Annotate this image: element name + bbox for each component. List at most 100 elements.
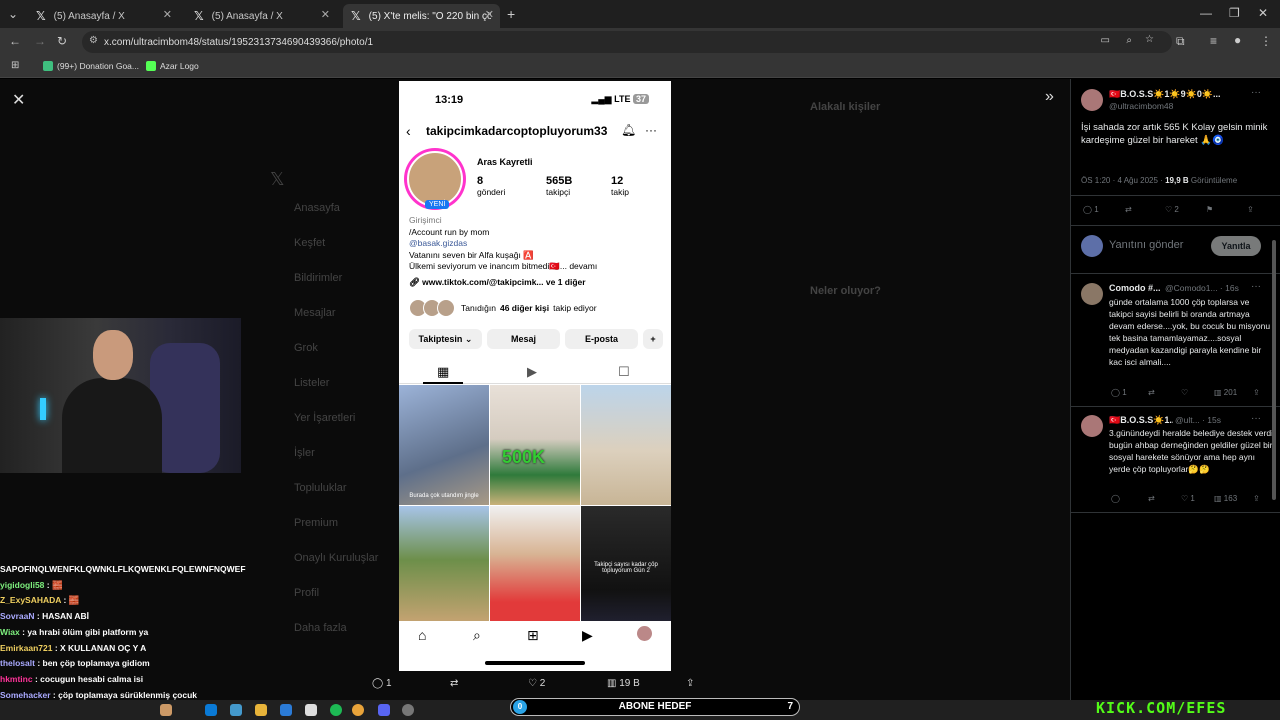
author-handle[interactable]: @ultracimbom48 [1109,101,1173,111]
mutual-avatars [409,299,457,317]
like-action[interactable]: ♡ 2 [1165,205,1179,214]
more-icon[interactable]: ··· [1251,87,1261,98]
repost-icon[interactable]: ⇄ [1148,388,1155,397]
post-thumbnail [581,385,671,505]
chat-line: Z_ExySAHADA : 🧱 [0,595,80,606]
profile-icon[interactable]: ● [1234,33,1241,47]
tab-2[interactable]: 𝕏 (5) Anasayfa / X ✕ [186,4,336,28]
link-icon: 🔗︎ [409,276,420,287]
post-thumbnail [399,506,489,626]
reply-icon[interactable]: ◯ [1111,494,1120,503]
reply-handle[interactable]: @Comodo1... · 16s [1165,283,1239,293]
tab-3-active[interactable]: 𝕏 (5) X'te melis: "O 220 bin çöpü ✕ [343,4,500,28]
bookmark-icon[interactable]: ⚑ [1206,205,1213,214]
reply-action[interactable]: ◯ 1 [1083,205,1099,214]
author-name[interactable]: 🇹🇷B.O.S.S☀️1☀️9☀️0☀️... [1109,89,1249,100]
reply-button[interactable]: Yanıtla [1211,236,1261,256]
battery-icon: 37 [632,94,649,104]
home-icon: ⌂ [418,627,427,643]
taskbar-app-icon[interactable] [305,704,317,716]
reload-icon[interactable]: ↻ [57,34,67,48]
spotify-icon[interactable] [330,704,342,716]
views-action[interactable]: ▥ 201 [1214,388,1237,397]
avatar[interactable] [1081,283,1103,305]
more-icon[interactable]: ··· [1251,281,1261,292]
bookmark-azar[interactable]: Azar Logo [146,61,199,71]
discord-icon[interactable] [378,704,390,716]
edge-icon[interactable] [205,704,217,716]
forward-icon[interactable]: → [34,34,46,48]
zoom-icon[interactable]: ⌕ [1126,35,1132,46]
url-field[interactable]: ⚙ x.com/ultracimbom48/status/19523137346… [82,31,1172,53]
grid-icon: ▦ [437,364,450,379]
bookmark-star-icon[interactable]: ☆ [1145,34,1154,45]
share-icon[interactable]: ⇪ [1247,205,1254,214]
minimize-icon[interactable]: — [1200,6,1212,20]
email-button: E-posta [565,329,638,349]
cast-icon[interactable]: ▭ [1101,35,1110,46]
like-action[interactable]: ♡ 2 [528,678,545,689]
following-button: Takiptesin ⌄ [409,329,482,349]
reply-action[interactable]: ◯ 1 [1111,388,1127,397]
reply-input[interactable]: Yanıtını gönder [1109,239,1183,251]
taskbar-app-icon[interactable] [280,704,292,716]
views-action[interactable]: ▥ 163 [1214,494,1237,503]
reply-text: günde ortalama 1000 çöp toplarsa ve taki… [1109,297,1271,367]
repost-action[interactable]: ⇄ [450,678,458,689]
search-icon: ⌕ [473,627,481,643]
tab-list-icon[interactable]: ⌄ [8,7,18,21]
more-icon: ··· [645,123,657,137]
stream-chat: SAPOFINQLWENFKLQWNKLFLKQWENKLFQLEWNFNQWE… [0,562,300,719]
back-icon[interactable]: ← [9,34,21,48]
share-icon[interactable]: ⇪ [1253,388,1260,397]
reply-author-name[interactable]: Comodo #... [1109,283,1164,293]
bookmark-donation[interactable]: (99+) Donation Goa... [43,61,139,71]
x-logo-icon: 𝕏 [194,9,204,23]
create-icon: ⊞ [527,627,539,643]
reply-handle[interactable]: @ult... · 15s [1175,415,1221,425]
close-icon[interactable]: ✕ [321,8,330,21]
heart-icon[interactable]: ♡ [1181,388,1188,397]
close-viewer-icon[interactable]: ✕ [12,90,25,110]
reading-list-icon[interactable]: ≡ [1210,34,1217,48]
expand-panel-icon[interactable]: » [1045,88,1054,106]
maximize-icon[interactable]: ❐ [1229,6,1240,20]
site-info-icon[interactable]: ⚙ [89,35,98,46]
avatar[interactable] [1081,89,1103,111]
chrome-icon[interactable] [352,704,364,716]
reels-icon: ▶ [582,627,593,643]
apps-grid-icon[interactable]: ⊞ [11,60,19,71]
taskbar-app-icon[interactable] [230,704,242,716]
folder-icon[interactable] [255,704,267,716]
ig-bio: Girişimci /Account run by mom @basak.giz… [409,215,598,287]
donation-icon [43,61,53,71]
menu-icon[interactable]: ⋮ [1260,34,1272,48]
extensions-icon[interactable]: ⧉ [1176,34,1185,49]
new-tab-icon[interactable]: + [507,6,515,22]
streamer-webcam [0,318,241,473]
views-action[interactable]: ▥ 19 B [607,678,640,689]
tab-1[interactable]: 𝕏 (5) Anasayfa / X ✕ [28,4,178,28]
taskbar-app-icon[interactable] [160,704,172,716]
reply-action[interactable]: ◯ 1 [372,678,392,689]
avatar[interactable] [1081,415,1103,437]
chat-line: Emirkaan721 : X KULLANAN OÇ Y A [0,642,147,653]
phone-status-indicators: ▂▄▆ LTE 37 [591,94,649,105]
share-action[interactable]: ⇪ [686,678,694,689]
repost-icon[interactable]: ⇄ [1125,205,1132,214]
reply-icon: ◯ [372,678,384,689]
obs-icon[interactable] [402,704,414,716]
like-action[interactable]: ♡ 1 [1181,494,1195,503]
panel-scrollbar[interactable] [1272,240,1276,500]
add-person-icon: + [643,329,663,349]
close-icon[interactable]: ✕ [163,8,172,21]
bell-icon: 🔔︎ [621,123,637,137]
close-icon[interactable]: ✕ [485,8,494,21]
reply-author-name[interactable]: 🇹🇷B.O.S.S☀️1... [1109,415,1173,426]
share-icon[interactable]: ⇪ [1253,494,1260,503]
address-bar-row: ← → ↻ ⚙ x.com/ultracimbom48/status/19523… [0,28,1280,56]
repost-icon[interactable]: ⇄ [1148,494,1155,503]
window-close-icon[interactable]: ✕ [1258,6,1268,20]
more-icon[interactable]: ··· [1251,413,1261,424]
x-logo-icon: 𝕏 [270,169,285,189]
